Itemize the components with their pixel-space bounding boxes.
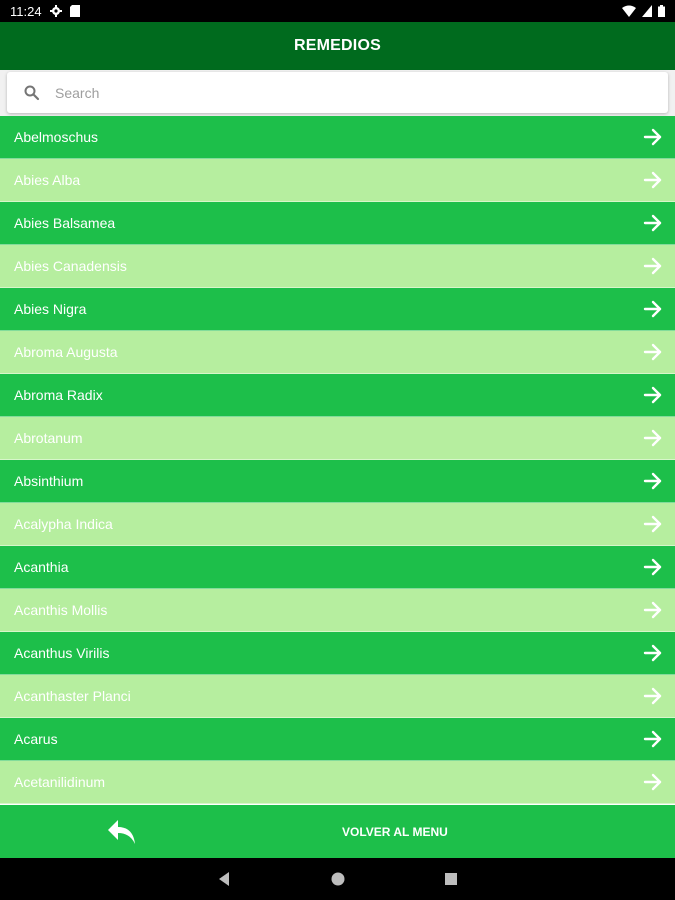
list-item[interactable]: Abies Canadensis <box>0 245 675 288</box>
arrow-right-icon[interactable] <box>643 729 663 749</box>
list-item[interactable]: Abroma Augusta <box>0 331 675 374</box>
signal-icon <box>642 5 652 17</box>
list-item[interactable]: Acanthis Mollis <box>0 589 675 632</box>
list-item[interactable]: Abelmoschus <box>0 116 675 159</box>
page-title: REMEDIOS <box>294 37 381 54</box>
list-item-label: Abies Alba <box>14 172 81 188</box>
list-item-label: Acanthia <box>14 559 69 575</box>
arrow-right-icon[interactable] <box>643 557 663 577</box>
list-item[interactable]: Acalypha Indica <box>0 503 675 546</box>
list-item[interactable]: Abroma Radix <box>0 374 675 417</box>
arrow-right-icon[interactable] <box>643 213 663 233</box>
list-item[interactable]: Abies Nigra <box>0 288 675 331</box>
reply-arrow-icon[interactable] <box>106 818 138 846</box>
list-item-label: Abelmoschus <box>14 129 99 145</box>
list-item[interactable]: Abies Alba <box>0 159 675 202</box>
status-right <box>622 5 665 17</box>
list-item[interactable]: Abrotanum <box>0 417 675 460</box>
status-left: 11:24 <box>10 4 80 19</box>
search-container <box>0 70 675 116</box>
arrow-right-icon[interactable] <box>643 127 663 147</box>
search-icon <box>23 84 41 102</box>
list-item-label: Abies Nigra <box>14 301 87 317</box>
search-input[interactable] <box>55 84 615 101</box>
list-item-label: Absinthium <box>14 473 84 489</box>
arrow-right-icon[interactable] <box>643 686 663 706</box>
back-to-menu-button[interactable]: VOLVER AL MENU <box>342 805 448 858</box>
list-item-label: Abies Balsamea <box>14 215 116 231</box>
arrow-right-icon[interactable] <box>643 256 663 276</box>
wifi-icon <box>622 5 636 17</box>
home-circle-icon[interactable] <box>330 871 346 887</box>
back-triangle-icon[interactable] <box>216 871 232 887</box>
arrow-right-icon[interactable] <box>643 600 663 620</box>
list-item-label: Abroma Radix <box>14 387 103 403</box>
status-time: 11:24 <box>10 3 42 19</box>
arrow-right-icon[interactable] <box>643 514 663 534</box>
arrow-right-icon[interactable] <box>643 342 663 362</box>
recents-square-icon[interactable] <box>443 871 459 887</box>
battery-icon <box>658 5 665 17</box>
list-item[interactable]: Acanthus Virilis <box>0 632 675 675</box>
arrow-right-icon[interactable] <box>643 471 663 491</box>
arrow-right-icon[interactable] <box>643 643 663 663</box>
list-item-label: Acarus <box>14 731 58 747</box>
list-item[interactable]: Acarus <box>0 718 675 761</box>
status-bar: 11:24 <box>0 0 675 22</box>
list-item-label: Abroma Augusta <box>14 344 118 360</box>
search-box[interactable] <box>7 72 668 113</box>
sim-card-icon <box>69 5 80 17</box>
list-item[interactable]: Acanthia <box>0 546 675 589</box>
remedy-list: Abelmoschus Abies Alba Abies Balsamea Abies… <box>0 116 675 804</box>
bottom-bar: VOLVER AL MENU <box>0 805 675 858</box>
gear-icon <box>49 5 62 17</box>
arrow-right-icon[interactable] <box>643 170 663 190</box>
list-item[interactable]: Absinthium <box>0 460 675 503</box>
list-item[interactable]: Acetanilidinum <box>0 761 675 804</box>
arrow-right-icon[interactable] <box>643 428 663 448</box>
arrow-right-icon[interactable] <box>643 385 663 405</box>
list-item-label: Abies Canadensis <box>14 258 127 274</box>
list-item[interactable]: Abies Balsamea <box>0 202 675 245</box>
list-item-label: Acetanilidinum <box>14 774 106 790</box>
list-item[interactable]: Acanthaster Planci <box>0 675 675 718</box>
list-item-label: Acanthaster Planci <box>14 688 131 704</box>
app-bar: REMEDIOS <box>0 22 675 70</box>
system-nav-bar <box>0 858 675 900</box>
arrow-right-icon[interactable] <box>643 772 663 792</box>
list-item-label: Acanthis Mollis <box>14 602 108 618</box>
list-item-label: Acanthus Virilis <box>14 645 110 661</box>
list-item-label: Abrotanum <box>14 430 83 446</box>
list-item-label: Acalypha Indica <box>14 516 113 532</box>
arrow-right-icon[interactable] <box>643 299 663 319</box>
